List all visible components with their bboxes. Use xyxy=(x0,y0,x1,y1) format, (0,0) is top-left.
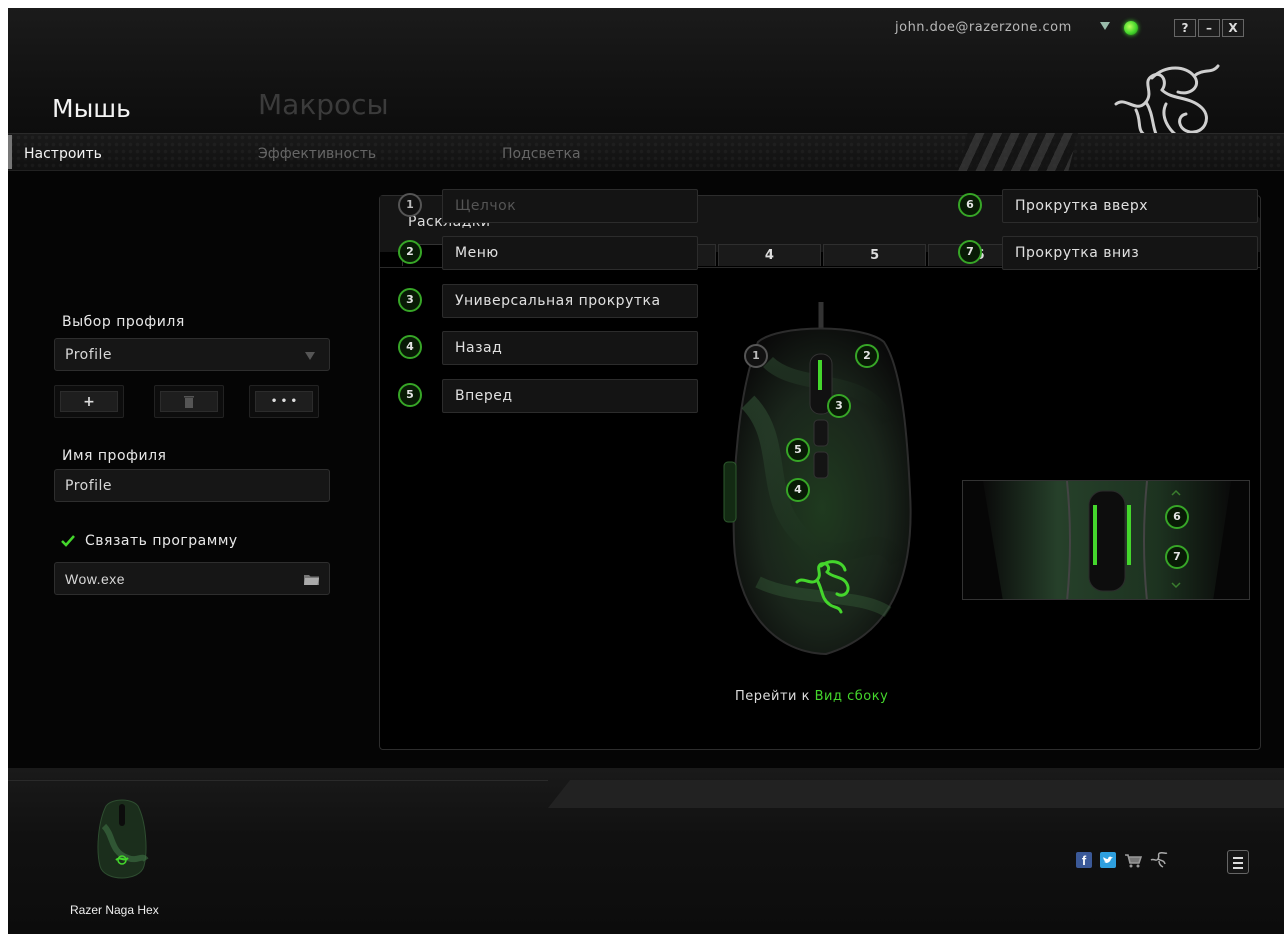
delete-profile-button[interactable] xyxy=(154,385,224,418)
binding-field-1[interactable]: Щелчок xyxy=(442,189,698,223)
side-view-link[interactable]: Вид сбоку xyxy=(815,689,889,704)
program-path-field[interactable]: Wow.exe xyxy=(54,562,330,595)
mouse-button-marker-4[interactable]: 4 xyxy=(786,478,810,502)
binding-field-4[interactable]: Назад xyxy=(442,331,698,365)
chevron-down-icon xyxy=(305,352,315,360)
help-button[interactable]: ? xyxy=(1174,19,1196,37)
trash-icon xyxy=(160,391,218,412)
plus-icon: + xyxy=(60,391,118,412)
button-number-badge: 7 xyxy=(958,240,982,264)
button-number-badge: 2 xyxy=(398,240,422,264)
subnav-active-indicator xyxy=(8,135,12,169)
razer-icon[interactable] xyxy=(1149,852,1169,868)
button-number-badge: 5 xyxy=(398,383,422,407)
zoom-button-marker-6[interactable]: 6 xyxy=(1165,505,1189,529)
mouse-button-marker-5[interactable]: 5 xyxy=(786,438,810,462)
profile-select-label: Выбор профиля xyxy=(62,314,185,330)
mouse-button-marker-3[interactable]: 3 xyxy=(827,394,851,418)
profile-name-label: Имя профиля xyxy=(62,448,167,464)
button-number-badge: 1 xyxy=(398,193,422,217)
header: john.doe@razerzone.com ? – X Мышь Макрос… xyxy=(8,8,1284,178)
online-status-icon xyxy=(1124,21,1138,35)
scroll-wheel-zoom-image: 67 xyxy=(962,480,1250,600)
subnav-bar xyxy=(8,133,1284,171)
device-thumbnail-image[interactable] xyxy=(94,796,150,888)
button-number-badge: 4 xyxy=(398,335,422,359)
mouse-button-marker-2[interactable]: 2 xyxy=(855,344,879,368)
goto-side-prefix: Перейти к xyxy=(735,689,810,704)
menu-icon-line xyxy=(1233,867,1243,869)
button-number-badge: 3 xyxy=(398,288,422,312)
subtab-performance[interactable]: Эффективность xyxy=(258,146,376,162)
menu-icon-line xyxy=(1233,857,1243,859)
link-program-label[interactable]: Связать программу xyxy=(85,533,238,549)
synapse-window: john.doe@razerzone.com ? – X Мышь Макрос… xyxy=(8,8,1284,934)
footer-divider xyxy=(8,780,548,781)
tab-macros[interactable]: Макросы xyxy=(258,88,389,121)
footer-decoration xyxy=(548,780,1284,808)
device-name: Razer Naga Hex xyxy=(70,903,159,917)
close-button[interactable]: X xyxy=(1222,19,1244,37)
twitter-icon[interactable] xyxy=(1100,852,1116,868)
goto-side-view: Перейти к Вид сбоку xyxy=(735,689,888,704)
menu-button[interactable] xyxy=(1227,850,1249,874)
profile-select[interactable]: Profile xyxy=(54,338,330,371)
footer: Razer Naga Hex f xyxy=(8,768,1284,934)
mouse-button-marker-1[interactable]: 1 xyxy=(744,344,768,368)
binding-field-5[interactable]: Вперед xyxy=(442,379,698,413)
subtab-lighting[interactable]: Подсветка xyxy=(502,146,581,162)
ellipsis-icon: • • • xyxy=(255,391,313,412)
tab-mouse[interactable]: Мышь xyxy=(52,94,131,123)
folder-icon[interactable] xyxy=(304,574,319,585)
keymap-panel: Раскладки 12345678 1Щелчок2Меню3Универса… xyxy=(379,189,1261,750)
button-number-badge: 6 xyxy=(958,193,982,217)
add-profile-button[interactable]: + xyxy=(54,385,124,418)
link-program-checkbox[interactable] xyxy=(60,533,76,549)
cart-icon[interactable] xyxy=(1124,852,1142,868)
program-path-value: Wow.exe xyxy=(65,571,126,587)
subnav-decoration xyxy=(958,133,1078,171)
subnav: Настроить Эффективность Подсветка xyxy=(8,133,1284,173)
profile-select-value: Profile xyxy=(65,347,113,363)
header-background xyxy=(8,8,1284,133)
binding-field-3[interactable]: Универсальная прокрутка xyxy=(442,284,698,318)
zoom-button-marker-7[interactable]: 7 xyxy=(1165,545,1189,569)
subtab-customize[interactable]: Настроить xyxy=(24,146,102,162)
layout-tab-5[interactable]: 5 xyxy=(823,244,927,266)
binding-field-2[interactable]: Меню xyxy=(442,236,698,270)
profile-name-input[interactable]: Profile xyxy=(54,469,330,502)
layout-tab-4[interactable]: 4 xyxy=(717,244,821,266)
user-email[interactable]: john.doe@razerzone.com xyxy=(895,20,1072,35)
binding-field-6[interactable]: Прокрутка вверх xyxy=(1002,189,1258,223)
binding-field-7[interactable]: Прокрутка вниз xyxy=(1002,236,1258,270)
minimize-button[interactable]: – xyxy=(1198,19,1220,37)
more-options-button[interactable]: • • • xyxy=(249,385,319,418)
menu-icon-line xyxy=(1233,862,1243,864)
facebook-icon[interactable]: f xyxy=(1076,852,1092,868)
chevron-down-icon[interactable] xyxy=(1100,22,1110,30)
